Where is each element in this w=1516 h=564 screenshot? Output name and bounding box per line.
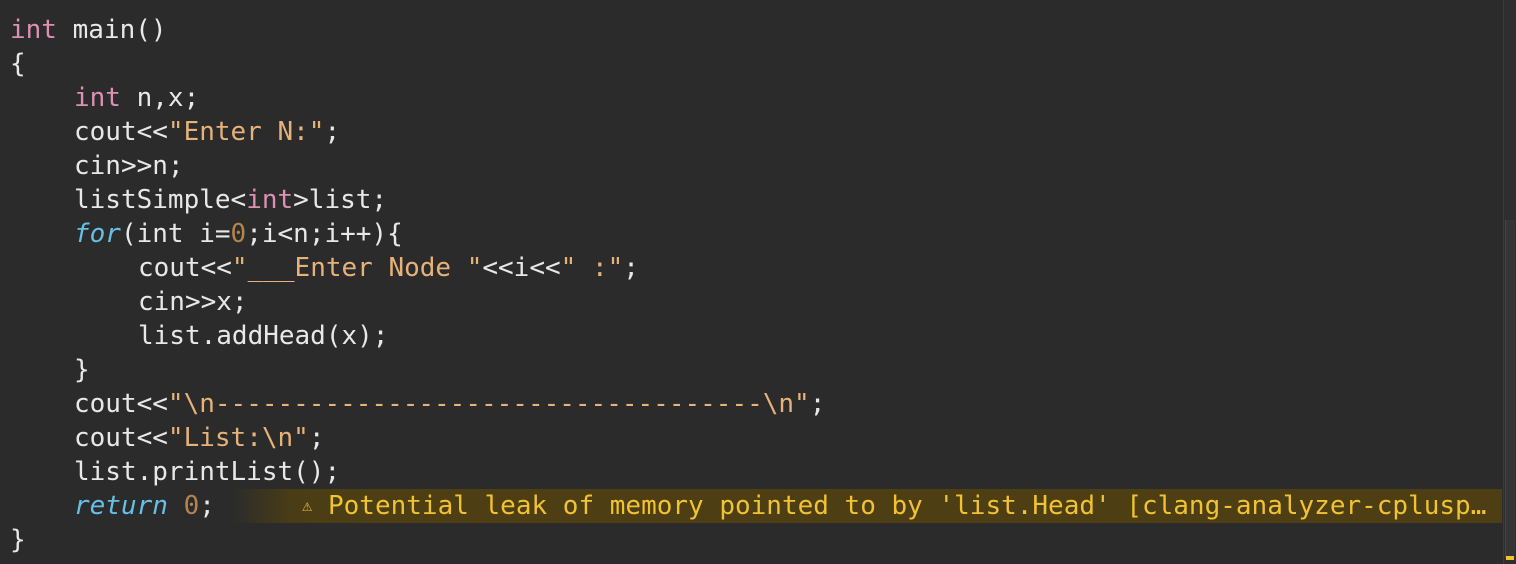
code-line-2: { [10, 47, 1502, 81]
code-line-10: list.addHead(x); [10, 319, 1502, 353]
code-line-7: for(int i=0;i<n;i++){ [10, 217, 1502, 251]
code-line-14: list.printList(); [10, 455, 1502, 489]
code-text: list.addHead(x); [138, 321, 389, 351]
code-text: (int i= [120, 219, 231, 249]
code-line-13: cout<<"List:\n"; [10, 421, 1502, 455]
code-line-12: cout<<"\n-------------------------------… [10, 387, 1502, 421]
keyword: int [74, 83, 121, 113]
string-literal: "___Enter Node " [231, 253, 483, 283]
code-text: cin>>x; [138, 287, 248, 317]
scrollbar-thumb[interactable] [1505, 220, 1515, 558]
number-literal: 0 [230, 219, 247, 249]
code-line-15: return 0; ⚠ Potential leak of memory point… [10, 489, 1502, 523]
code-text: cout<< [74, 117, 168, 147]
control-keyword: return [74, 491, 168, 521]
code-text: cout<< [138, 253, 232, 283]
code-text: cout<< [74, 389, 168, 419]
warning-icon: ⚠ [302, 496, 313, 516]
inline-diagnostic[interactable]: ⚠ Potential leak of memory pointed to by … [232, 489, 1502, 523]
code-line-5: cin>>n; [10, 149, 1502, 183]
code-text: cout<< [74, 423, 168, 453]
code-text: >list; [293, 185, 388, 215]
code-line-8: cout<<"___Enter Node "<<i<<" :"; [10, 251, 1502, 285]
keyword: int [246, 185, 294, 215]
code-text: <<i<< [482, 253, 561, 283]
code-text: ; [308, 423, 325, 453]
code-text: ; [623, 253, 639, 283]
code-text: ; [809, 389, 826, 419]
code-line-1: int main() [10, 13, 1502, 47]
code-line-4: cout<<"Enter N:"; [10, 115, 1502, 149]
code-text: main() [56, 15, 167, 45]
code-text: cin>>n; [74, 151, 184, 181]
code-text: listSimple< [74, 185, 247, 215]
code-text: list.printList(); [74, 457, 341, 487]
code-line-6: listSimple<int>list; [10, 183, 1502, 217]
diagnostic-message: Potential leak of memory pointed to by '… [328, 491, 1502, 521]
code-text: } [10, 525, 26, 555]
control-keyword: for [74, 219, 121, 249]
code-area[interactable]: int main() { int n,x; cout<<"Enter N:"; … [10, 13, 1502, 557]
string-literal: "\n-----------------------------------\n… [167, 389, 810, 419]
code-line-3: int n,x; [10, 81, 1502, 115]
number-literal: 0 [167, 491, 200, 521]
code-text: ; [199, 491, 215, 521]
code-text: { [10, 49, 26, 79]
code-text: ;i<n;i++){ [246, 219, 403, 249]
code-text: ; [324, 117, 341, 147]
code-text: n,x; [120, 83, 200, 113]
keyword: int [10, 15, 57, 45]
string-literal: " :" [560, 253, 624, 283]
string-literal: "Enter N:" [167, 117, 325, 147]
code-line-9: cin>>x; [10, 285, 1502, 319]
code-text: } [74, 355, 90, 385]
warning-marker [1506, 556, 1514, 560]
vertical-scrollbar[interactable] [1503, 0, 1516, 564]
string-literal: "List:\n" [167, 423, 309, 453]
code-line-11: } [10, 353, 1502, 387]
code-line-16: } [10, 523, 1502, 557]
code-editor[interactable]: int main() { int n,x; cout<<"Enter N:"; … [0, 0, 1516, 564]
